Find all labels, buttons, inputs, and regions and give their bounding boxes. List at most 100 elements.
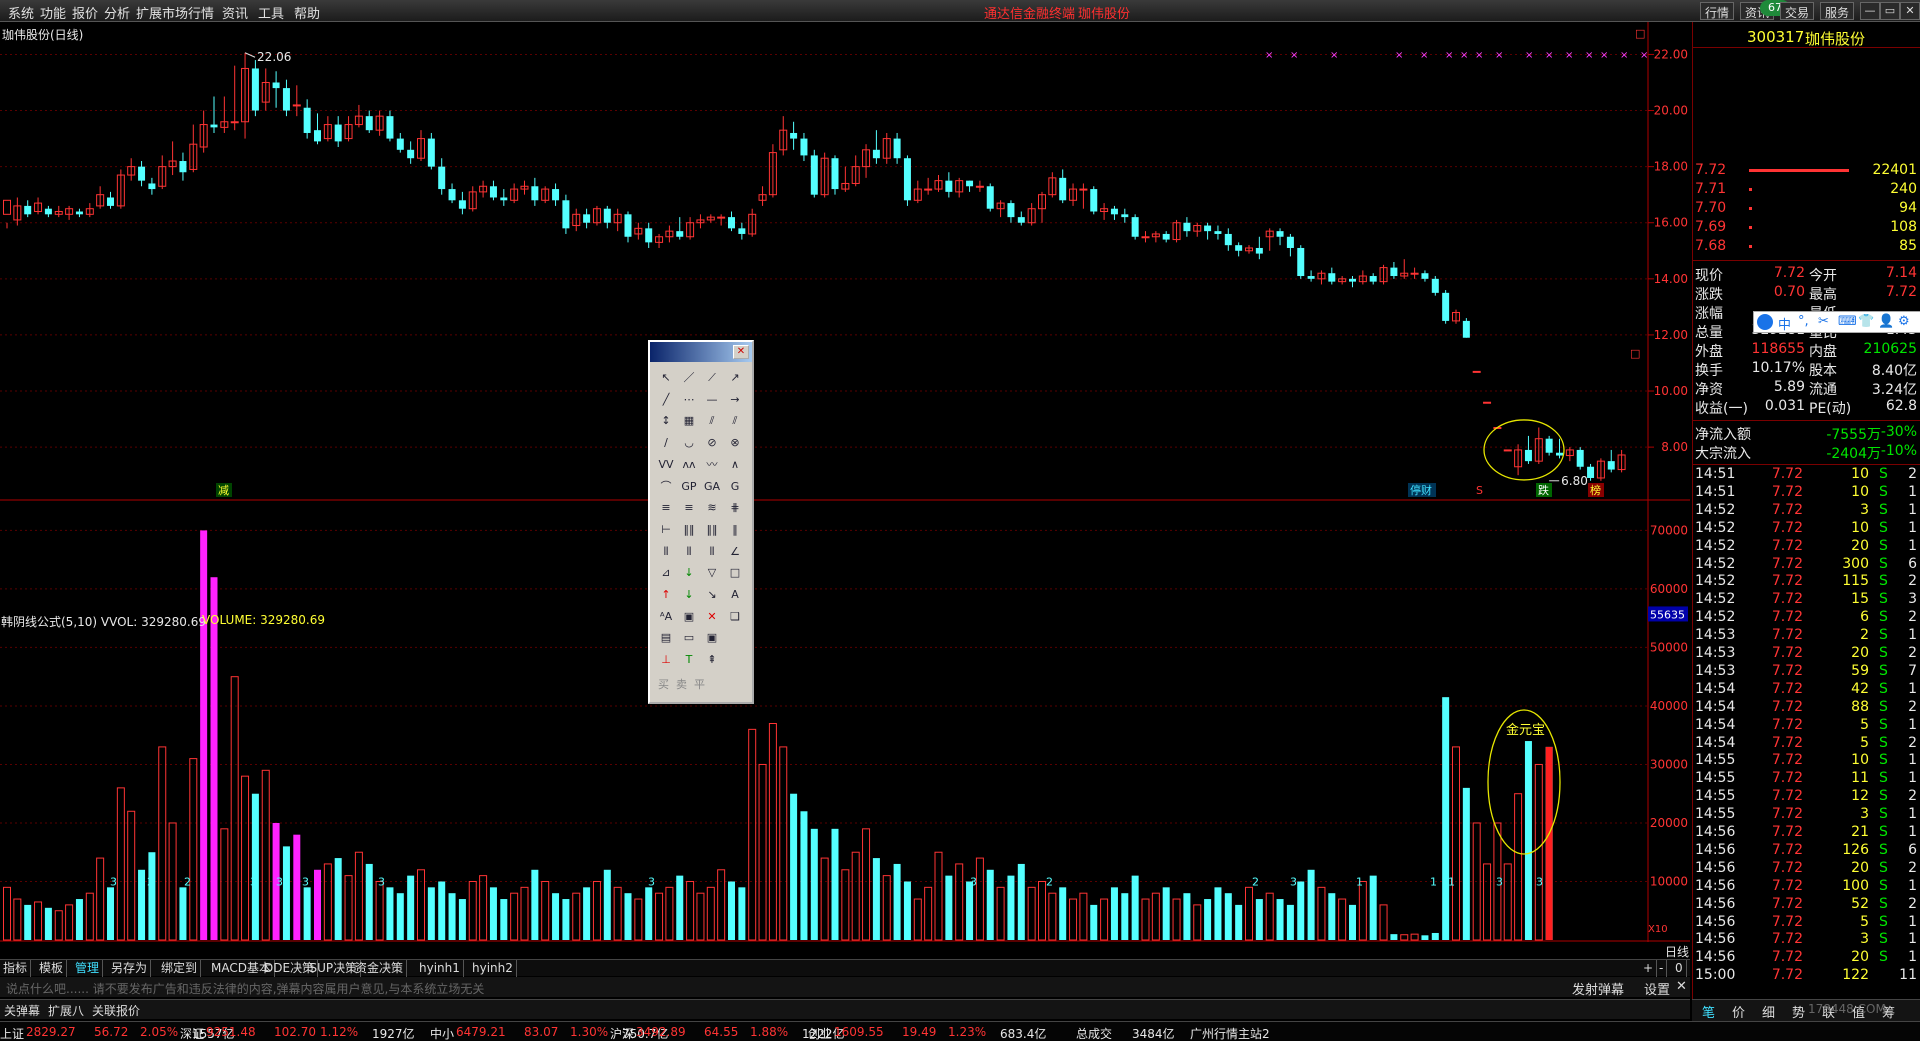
drawing-tool-icon[interactable]: ❑ — [725, 607, 745, 626]
ime-tool-icon[interactable]: ✂ — [1818, 314, 1829, 329]
drawing-tool-icon[interactable]: ⊘ — [702, 433, 722, 452]
drawing-tool-icon[interactable]: ⦀ — [656, 542, 676, 561]
drawing-tool-icon[interactable]: ▣ — [702, 628, 722, 647]
drawing-toolbox[interactable]: ✕ ↖ ／ ⟋ ↗ ╱ ⋯ — → ↕ ▦ ⫽ ⫽ ∕ ◡ ⊘ ⊗ VV ʌʌ 〰 ∧ ⌒ GP GA G ≡ ≡ ≋ ⋕ ⊢ ‖‖ ‖‖ ‖… — [648, 340, 754, 704]
drawing-tool-icon[interactable]: ⌒ — [656, 477, 676, 496]
drawing-tool-icon[interactable]: ≡ — [656, 498, 676, 517]
drawing-tool-icon[interactable]: ↕ — [656, 411, 676, 430]
drawing-tool-icon[interactable]: VV — [656, 455, 676, 474]
drawing-tool-icon[interactable]: ‖‖ — [702, 520, 722, 539]
indicator-tab[interactable]: 资金决策 — [352, 960, 408, 977]
zoom-control[interactable]: + — [1640, 960, 1658, 977]
drawing-tool-icon[interactable]: ✕ — [702, 607, 722, 626]
drawing-tool-icon[interactable]: □ — [725, 563, 745, 582]
indicator-tab[interactable]: hyinh1 — [416, 960, 464, 977]
drawing-tool-icon[interactable]: ↖ — [656, 368, 676, 387]
zoom-control[interactable]: - — [1656, 960, 1668, 977]
drawing-tool-icon[interactable]: → — [725, 390, 745, 409]
ime-tool-icon[interactable]: ⌨ — [1838, 314, 1857, 329]
drawing-tool-icon[interactable] — [725, 650, 745, 669]
indicator-tab[interactable]: 绑定到 — [158, 960, 202, 977]
linked-quote-button[interactable]: 关联报价 — [92, 1002, 140, 1019]
drawing-tool-icon[interactable]: ▭ — [679, 628, 699, 647]
drawing-tool-icon[interactable]: ↗ — [725, 368, 745, 387]
service-mode-button[interactable]: 服务 — [1820, 2, 1855, 20]
drawing-tool-icon[interactable]: ↓ — [679, 585, 699, 604]
zoom-control[interactable]: 0 — [1672, 960, 1687, 977]
drawing-tool-icon[interactable]: A — [725, 585, 745, 604]
ime-logo-icon[interactable] — [1757, 314, 1773, 330]
toolbox-close-icon[interactable]: ✕ — [733, 345, 749, 359]
quote-view-tab[interactable]: 细 — [1762, 1002, 1775, 1021]
drawing-tool-icon[interactable] — [725, 628, 745, 647]
menu-news[interactable]: 资讯 — [222, 3, 248, 22]
ime-toolbar[interactable]: 中 °, ✂ ⌨ 👕 👤 ⚙ — [1753, 311, 1920, 333]
drawing-tool-icon[interactable]: ≋ — [702, 498, 722, 517]
minimize-icon[interactable]: — — [1860, 2, 1880, 20]
drawing-tool-icon[interactable]: ≡ — [679, 498, 699, 517]
maximize-icon[interactable]: ▭ — [1880, 2, 1900, 20]
close-icon[interactable]: ✕ — [1900, 2, 1920, 20]
drawing-tool-icon[interactable]: ◡ — [679, 433, 699, 452]
extension-button[interactable]: 扩展八 — [48, 1002, 84, 1019]
drawing-tool-icon[interactable]: 〰 — [702, 455, 722, 474]
ime-tool-icon[interactable]: 👤 — [1878, 314, 1894, 329]
drawing-tool-icon[interactable]: GP — [679, 477, 699, 496]
drawing-tool-icon[interactable]: ⊗ — [725, 433, 745, 452]
drawing-tool-icon[interactable]: ⊥ — [656, 650, 676, 669]
drawing-tool-icon[interactable]: ⋯ — [679, 390, 699, 409]
menu-help[interactable]: 帮助 — [294, 3, 320, 22]
danmaku-close-icon[interactable]: ✕ — [1676, 979, 1687, 994]
period-label[interactable]: 日线 — [1665, 943, 1689, 960]
drawing-tool-icon[interactable]: ⇞ — [702, 650, 722, 669]
drawing-tool-icon[interactable]: ▤ — [656, 628, 676, 647]
drawing-tool-icon[interactable]: ‖ — [725, 520, 745, 539]
drawing-tool-icon[interactable]: ⊿ — [656, 563, 676, 582]
kline-chart[interactable]: 22.00 20.00 18.00 16.00 14.00 12.00 10.00 8.00 7… — [0, 22, 1690, 942]
drawing-tool-icon[interactable]: ↑ — [656, 585, 676, 604]
drawing-tool-icon[interactable]: ／ — [679, 368, 699, 387]
drawing-tool-icon[interactable]: ʌʌ — [679, 455, 699, 474]
toggle-danmaku-button[interactable]: 关弹幕 — [4, 1002, 40, 1019]
quote-view-tab[interactable]: 价 — [1732, 1002, 1745, 1021]
drawing-tool-icon[interactable]: ⊢ — [656, 520, 676, 539]
ime-tool-icon[interactable]: °, — [1798, 314, 1809, 329]
drawing-tool-icon[interactable]: ᴬA — [656, 607, 676, 626]
trade-mode-button[interactable]: 交易 — [1780, 2, 1815, 20]
drawing-tool-icon[interactable]: ⦀ — [702, 542, 722, 561]
ime-tool-icon[interactable]: ⚙ — [1898, 314, 1910, 329]
indicator-tab[interactable]: 另存为 — [108, 960, 152, 977]
indicator-tab[interactable]: 模板 — [36, 960, 68, 977]
indicator-tab[interactable]: 指标 — [0, 960, 32, 977]
menu-extended-market[interactable]: 扩展市场行情 — [136, 3, 214, 22]
drawing-tool-icon[interactable]: T — [679, 650, 699, 669]
drawing-tool-icon[interactable]: ⟋ — [702, 368, 722, 387]
menu-analysis[interactable]: 分析 — [104, 3, 130, 22]
drawing-tool-icon[interactable]: ‖‖ — [679, 520, 699, 539]
drawing-tool-icon[interactable]: ⫽ — [702, 411, 722, 430]
indicator-tab[interactable]: hyinh2 — [469, 960, 517, 977]
ime-tool-icon[interactable]: 中 — [1778, 314, 1791, 333]
drawing-tool-icon[interactable]: GA — [702, 477, 722, 496]
drawing-tool-icon[interactable]: ╱ — [656, 390, 676, 409]
menu-system[interactable]: 系统 — [8, 3, 34, 22]
drawing-tool-icon[interactable]: — — [702, 390, 722, 409]
menu-quote[interactable]: 报价 — [72, 3, 98, 22]
menu-tools[interactable]: 工具 — [258, 3, 284, 22]
quote-mode-button[interactable]: 行情 — [1700, 2, 1735, 20]
danmaku-settings-button[interactable]: 设置 — [1644, 979, 1670, 998]
quote-view-tab[interactable]: 笔 — [1702, 1002, 1715, 1021]
drawing-tool-icon[interactable]: ↓ — [679, 563, 699, 582]
ime-tool-icon[interactable]: 👕 — [1858, 314, 1874, 329]
drawing-tool-icon[interactable]: ⋕ — [725, 498, 745, 517]
quote-view-tab[interactable]: 势 — [1792, 1002, 1805, 1021]
menu-function[interactable]: 功能 — [40, 3, 66, 22]
chart-area[interactable]: 22.00 20.00 18.00 16.00 14.00 12.00 10.00 8.00 7… — [0, 22, 1690, 959]
drawing-tool-icon[interactable]: ↘ — [702, 585, 722, 604]
send-danmaku-button[interactable]: 发射弹幕 — [1572, 979, 1624, 998]
indicator-tab[interactable]: 管理 — [72, 960, 104, 977]
drawing-tool-icon[interactable]: ▣ — [679, 607, 699, 626]
drawing-tool-icon[interactable]: ⦀ — [679, 542, 699, 561]
danmaku-input[interactable]: 说点什么吧...... 请不要发布广告和违反法律的内容,弹幕内容属用户意见,与本… — [6, 980, 484, 997]
drawing-tool-icon[interactable]: G — [725, 477, 745, 496]
